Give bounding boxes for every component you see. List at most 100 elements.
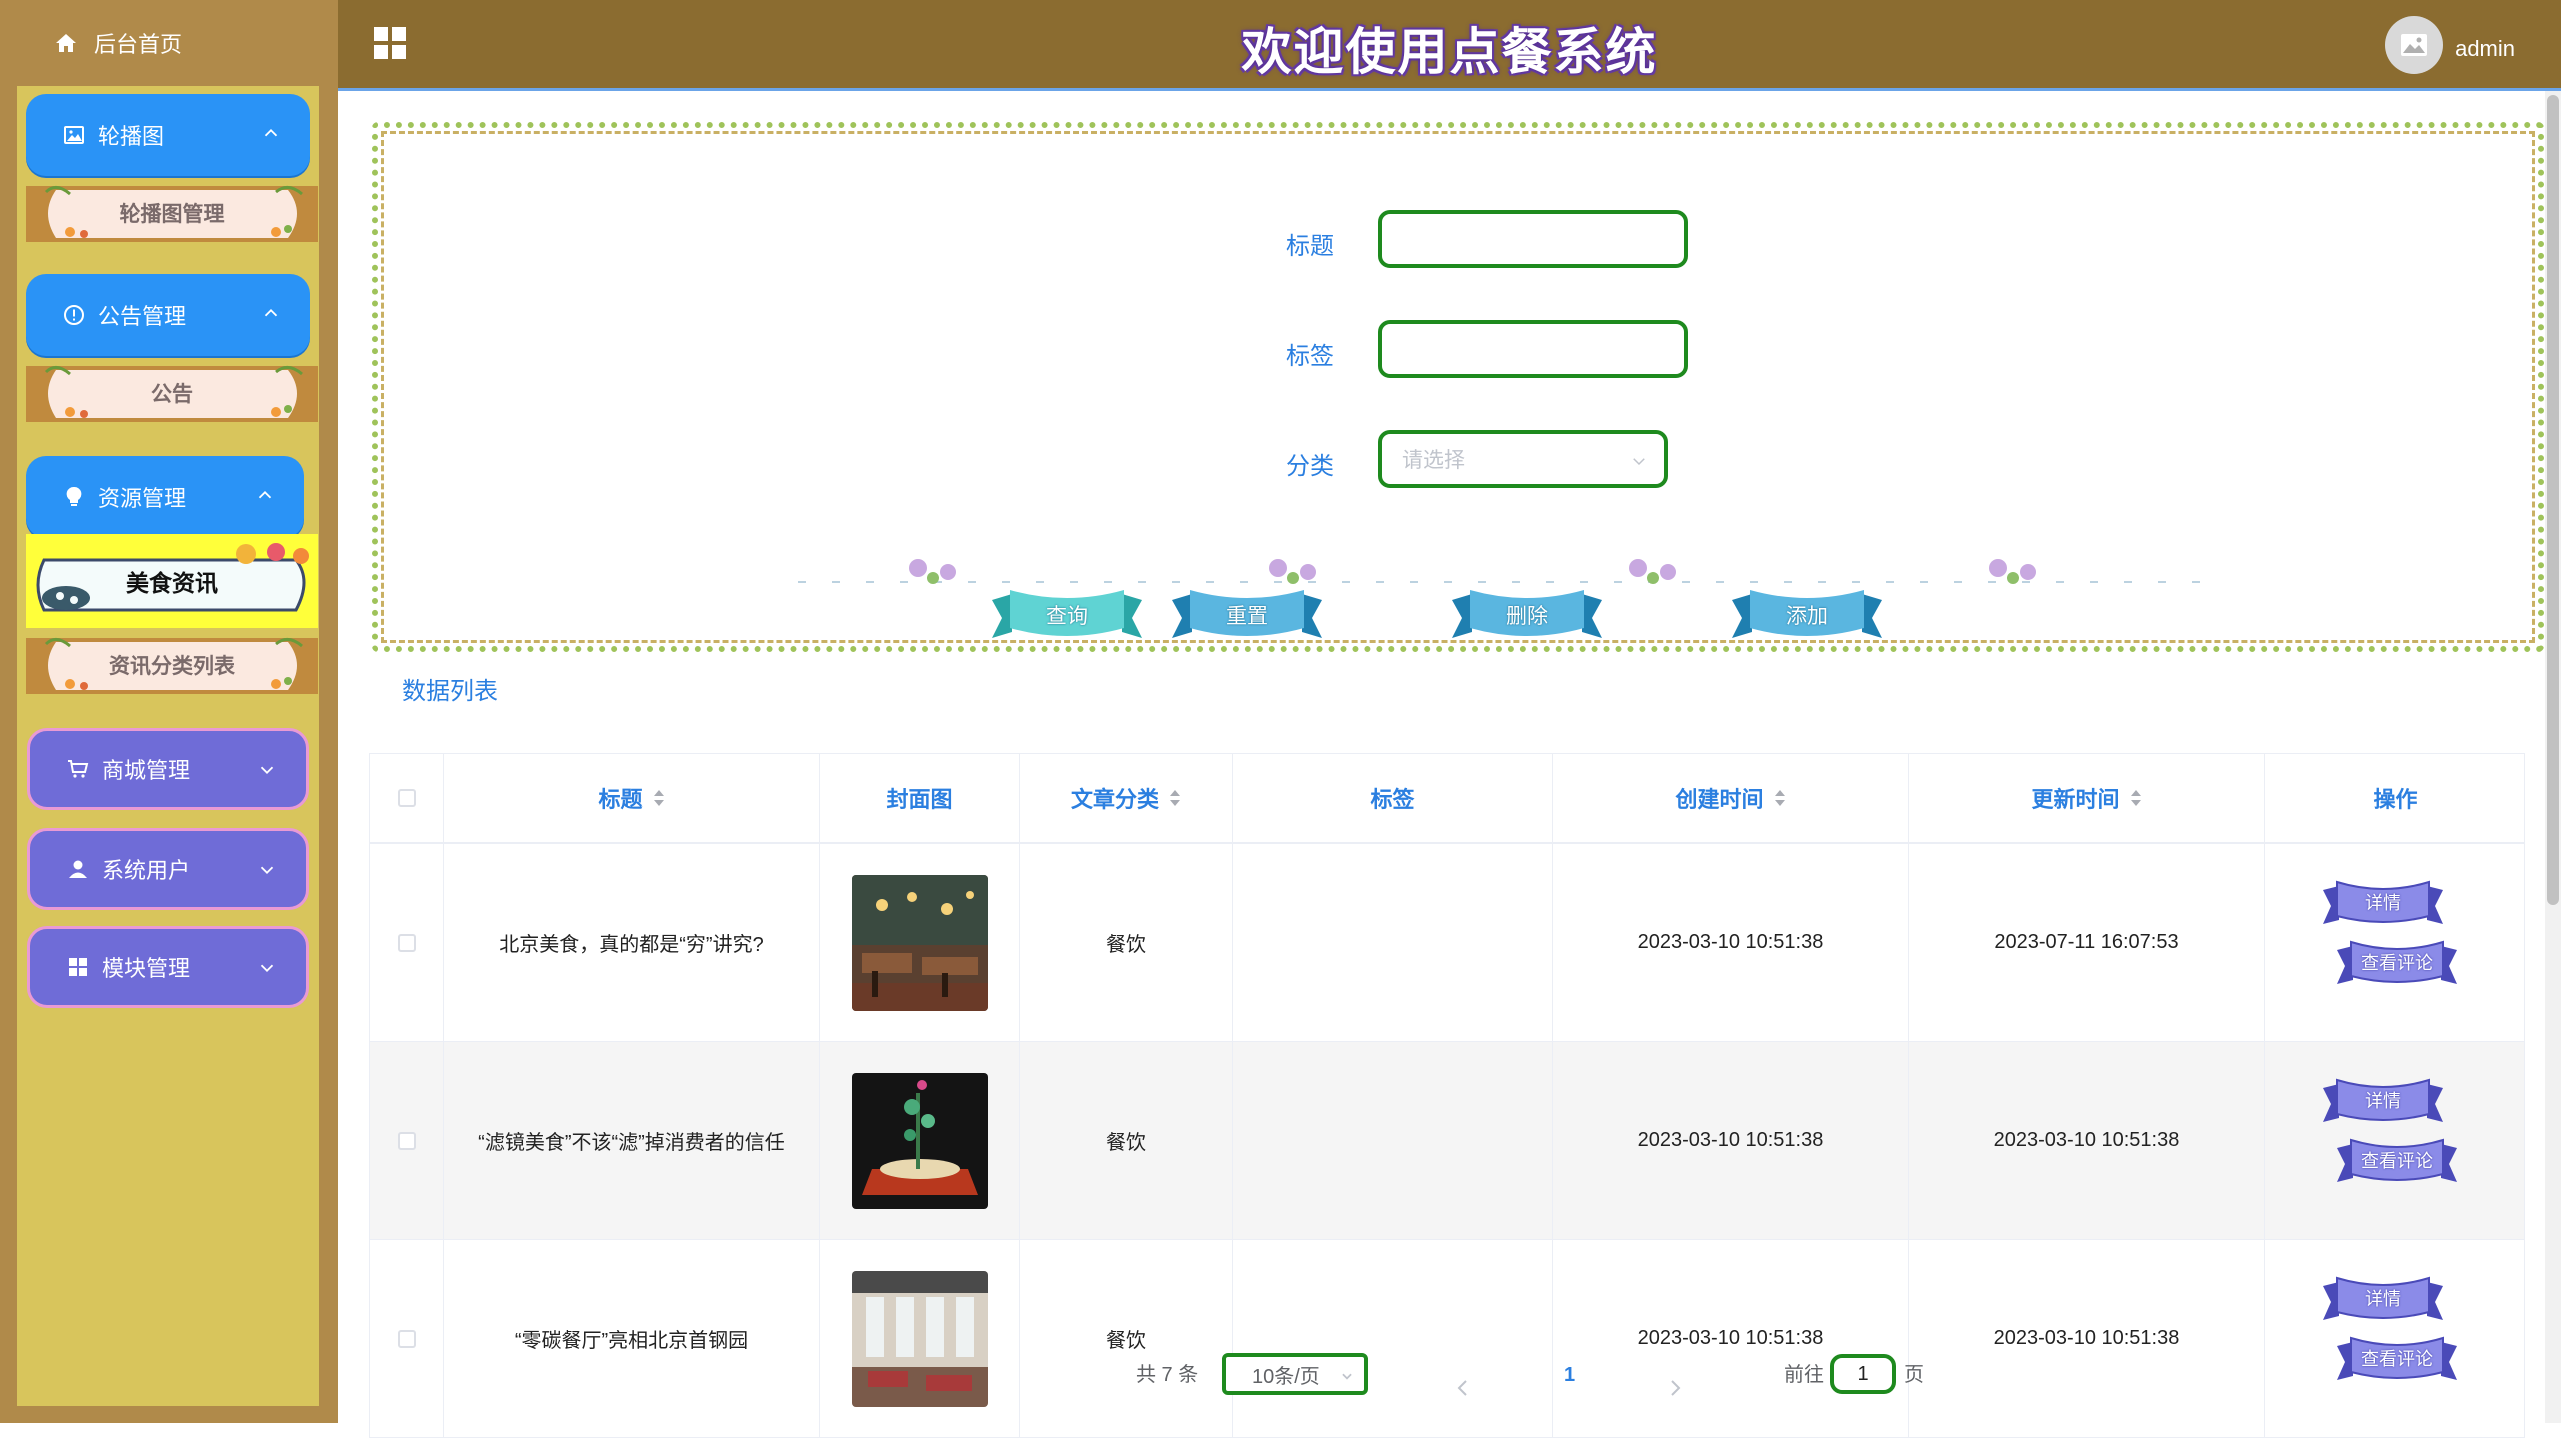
sort-icon[interactable] bbox=[2130, 788, 2142, 808]
title-field-label: 标题 bbox=[1286, 233, 1334, 260]
column-header-created[interactable]: 创建时间 bbox=[1553, 754, 1909, 842]
row-title: “滤镜美食”不该“滤”掉消费者的信任 bbox=[444, 1042, 820, 1239]
category-select-placeholder: 请选择 bbox=[1402, 449, 1465, 472]
chevron-down-icon bbox=[260, 866, 274, 875]
main-content: 标题 标签 分类 请选择 查询 重置 删除 添加 数据列表 标题 封面图 文章分… bbox=[338, 91, 2561, 1438]
cart-icon bbox=[66, 757, 90, 781]
avatar[interactable] bbox=[2385, 16, 2443, 74]
sort-icon[interactable] bbox=[1774, 788, 1786, 808]
view-comments-button[interactable]: 查看评论 bbox=[2337, 1134, 2457, 1186]
row-checkbox[interactable] bbox=[397, 1329, 416, 1348]
image-placeholder-icon bbox=[2401, 34, 2427, 56]
row-title: 北京美食，真的都是“穷”讲究? bbox=[444, 844, 820, 1041]
column-header-cover: 封面图 bbox=[820, 754, 1020, 842]
page-size-label: 10条/页 bbox=[1252, 1365, 1320, 1388]
sidebar-home-link[interactable]: 后台首页 bbox=[0, 0, 338, 86]
sidebar-menu-system-user[interactable]: 系统用户 bbox=[27, 828, 309, 910]
detail-button[interactable]: 详情 bbox=[2323, 1074, 2443, 1126]
reset-button[interactable]: 重置 bbox=[1172, 580, 1322, 644]
category-select[interactable]: 请选择 bbox=[1378, 430, 1668, 488]
picture-icon bbox=[62, 123, 86, 147]
info-circle-icon bbox=[62, 303, 86, 327]
home-icon bbox=[56, 34, 76, 52]
row-category: 餐饮 bbox=[1020, 1240, 1233, 1437]
cover-image[interactable] bbox=[851, 1072, 988, 1209]
lightbulb-icon bbox=[62, 485, 86, 509]
goto-page-input[interactable]: 1 bbox=[1830, 1354, 1896, 1394]
sidebar-menu-label: 模块管理 bbox=[102, 956, 191, 981]
cover-image[interactable] bbox=[851, 1270, 988, 1407]
username[interactable]: admin bbox=[2455, 36, 2515, 62]
row-title: “零碳餐厅”亮相北京首钢园 bbox=[444, 1240, 820, 1437]
detail-button[interactable]: 详情 bbox=[2323, 1272, 2443, 1324]
sidebar-menu-carousel[interactable]: 轮播图 bbox=[26, 94, 310, 176]
sidebar-menu-label: 系统用户 bbox=[102, 858, 191, 883]
column-header-label: 封面图 bbox=[886, 787, 953, 812]
sidebar-menu-label: 资源管理 bbox=[98, 486, 187, 511]
prev-page-icon[interactable] bbox=[1456, 1366, 1470, 1410]
column-header-category[interactable]: 文章分类 bbox=[1020, 754, 1233, 842]
sidebar-menu-mall[interactable]: 商城管理 bbox=[27, 728, 309, 810]
sidebar-item-news-category[interactable]: 资讯分类列表 bbox=[26, 634, 318, 696]
user-icon bbox=[66, 857, 90, 881]
sidebar-item-carousel-manage[interactable]: 轮播图管理 bbox=[26, 182, 318, 244]
view-comments-button-label: 查看评论 bbox=[2361, 953, 2433, 973]
column-header-updated[interactable]: 更新时间 bbox=[1909, 754, 2265, 842]
sidebar-item-label: 美食资讯 bbox=[126, 570, 218, 596]
detail-button-label: 详情 bbox=[2365, 1289, 2401, 1309]
row-tag bbox=[1233, 844, 1553, 1041]
scrollbar-thumb[interactable] bbox=[2547, 95, 2559, 905]
data-list-title: 数据列表 bbox=[402, 678, 498, 705]
top-header: 欢迎使用点餐系统 admin bbox=[338, 0, 2561, 91]
sidebar-item-label: 资讯分类列表 bbox=[109, 655, 235, 678]
sidebar-menu-module[interactable]: 模块管理 bbox=[27, 926, 309, 1008]
chevron-up-icon bbox=[264, 308, 278, 317]
table-row: “滤镜美食”不该“滤”掉消费者的信任 餐饮 2023-03-10 10:51:3… bbox=[369, 1042, 2525, 1240]
row-category: 餐饮 bbox=[1020, 1042, 1233, 1239]
cover-image[interactable] bbox=[851, 874, 988, 1011]
detail-button-label: 详情 bbox=[2365, 893, 2401, 913]
chevron-down-icon bbox=[1633, 458, 1645, 466]
view-comments-button-label: 查看评论 bbox=[2361, 1349, 2433, 1369]
row-checkbox[interactable] bbox=[397, 1131, 416, 1150]
page-number-current[interactable]: 1 bbox=[1564, 1362, 1575, 1406]
sidebar-menu-notice[interactable]: 公告管理 bbox=[26, 274, 310, 356]
title-input[interactable] bbox=[1378, 210, 1688, 268]
sidebar-menu-label: 商城管理 bbox=[102, 758, 191, 783]
page-size-select[interactable]: 10条/页 bbox=[1222, 1353, 1368, 1395]
sort-icon[interactable] bbox=[1169, 788, 1181, 808]
column-header-label: 更新时间 bbox=[2031, 787, 2120, 812]
table-row: 北京美食，真的都是“穷”讲究? 餐饮 2023-03-10 10:51:38 2… bbox=[369, 844, 2525, 1042]
view-comments-button[interactable]: 查看评论 bbox=[2337, 936, 2457, 988]
tag-field-label: 标签 bbox=[1286, 343, 1334, 370]
reset-button-label: 重置 bbox=[1226, 605, 1268, 628]
goto-prefix: 前往 bbox=[1784, 1364, 1824, 1386]
detail-button-label: 详情 bbox=[2365, 1091, 2401, 1111]
scrollbar[interactable] bbox=[2545, 91, 2561, 1423]
delete-button[interactable]: 删除 bbox=[1452, 580, 1602, 644]
row-updated-time: 2023-07-11 16:07:53 bbox=[1909, 844, 2265, 1041]
column-header-label: 标签 bbox=[1370, 787, 1415, 812]
sidebar-menu-label: 公告管理 bbox=[98, 304, 187, 329]
sidebar-item-notice[interactable]: 公告 bbox=[26, 362, 318, 424]
next-page-icon[interactable] bbox=[1668, 1366, 1682, 1410]
chevron-down-icon bbox=[260, 964, 274, 973]
row-checkbox[interactable] bbox=[397, 933, 416, 952]
query-button[interactable]: 查询 bbox=[992, 580, 1142, 644]
sidebar-item-food-news[interactable]: 美食资讯 bbox=[26, 534, 318, 628]
column-header-tag: 标签 bbox=[1233, 754, 1553, 842]
sidebar-item-label: 公告 bbox=[151, 383, 193, 406]
select-all-checkbox[interactable] bbox=[397, 789, 416, 807]
view-comments-button[interactable]: 查看评论 bbox=[2337, 1332, 2457, 1384]
pagination-total: 共 7 条 bbox=[1136, 1364, 1199, 1386]
page-title: 欢迎使用点餐系统 bbox=[1241, 24, 1658, 80]
column-header-actions: 操作 bbox=[2265, 754, 2526, 842]
column-header-label: 创建时间 bbox=[1675, 787, 1764, 812]
sort-icon[interactable] bbox=[653, 788, 665, 808]
row-created-time: 2023-03-10 10:51:38 bbox=[1553, 1042, 1909, 1239]
tag-input[interactable] bbox=[1378, 320, 1688, 378]
detail-button[interactable]: 详情 bbox=[2323, 876, 2443, 928]
column-header-title[interactable]: 标题 bbox=[444, 754, 820, 842]
sidebar-menu-resource[interactable]: 资源管理 bbox=[26, 456, 304, 538]
add-button[interactable]: 添加 bbox=[1732, 580, 1882, 644]
